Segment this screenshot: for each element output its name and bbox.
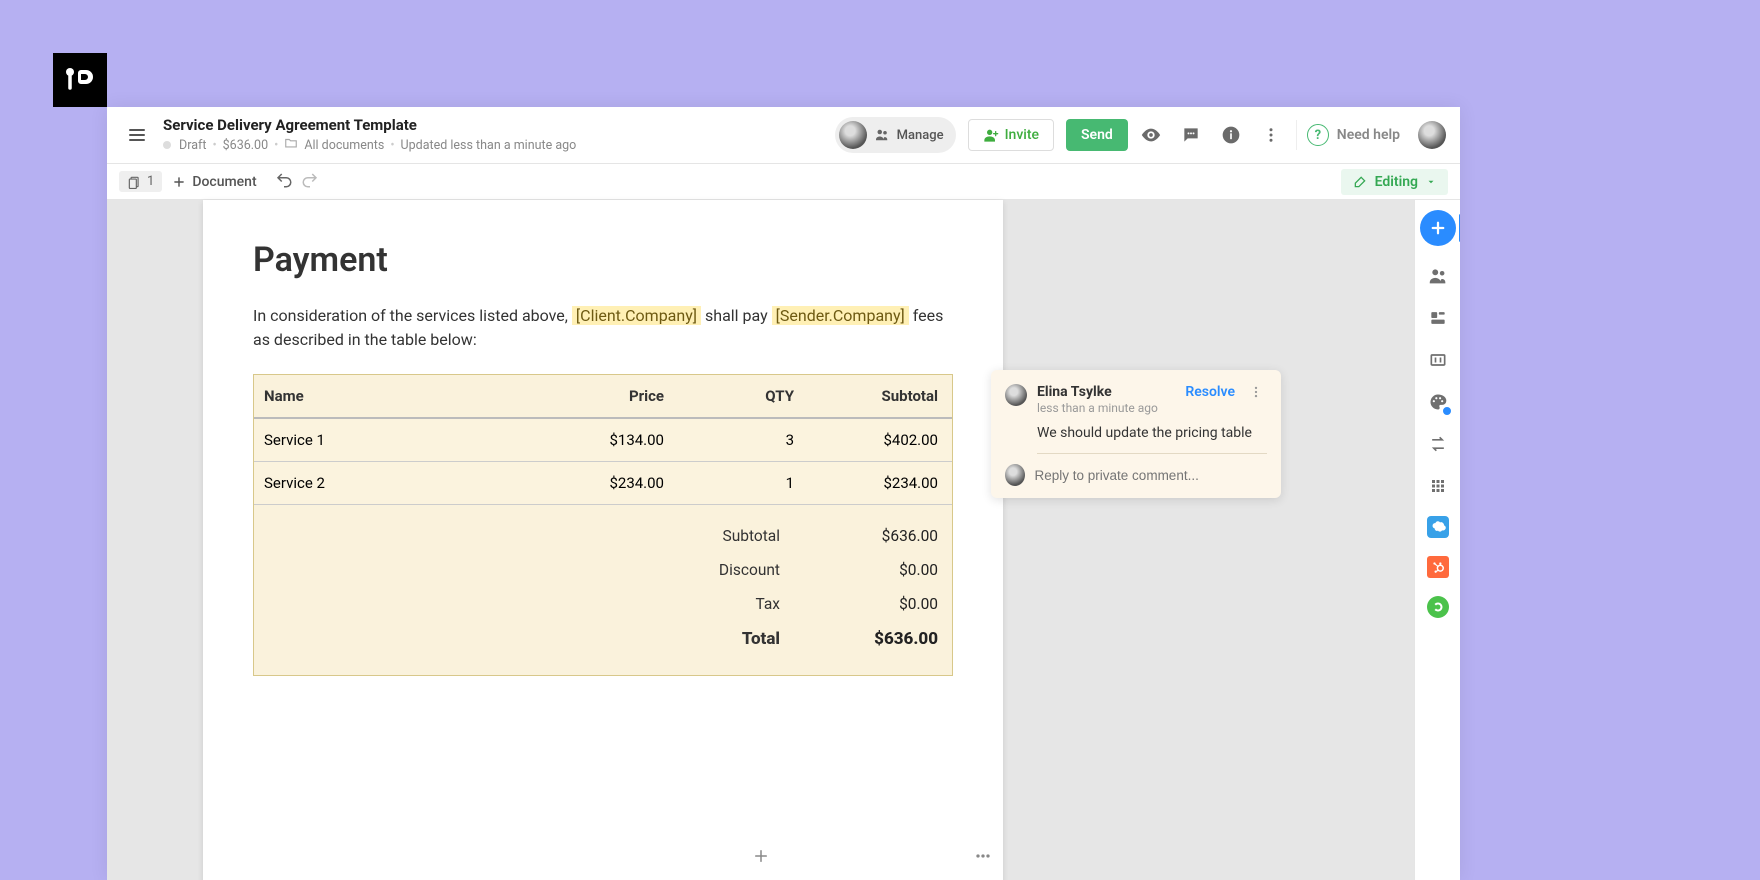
comment-timestamp: less than a minute ago: [1037, 401, 1175, 415]
add-page-button[interactable]: [747, 842, 775, 870]
pages-button[interactable]: 1: [119, 171, 162, 192]
menu-button[interactable]: [123, 121, 151, 149]
right-tool-rail: [1414, 200, 1460, 880]
redo-button: [301, 171, 319, 193]
resolve-button[interactable]: Resolve: [1185, 384, 1235, 400]
reply-input[interactable]: [1035, 468, 1267, 483]
comment-thread[interactable]: Elina Tsylke less than a minute ago Reso…: [991, 370, 1281, 498]
document-title[interactable]: Service Delivery Agreement Template: [163, 116, 576, 134]
updated-label: Updated less than a minute ago: [401, 138, 577, 153]
preview-icon[interactable]: [1134, 118, 1168, 152]
design-icon[interactable]: [1426, 390, 1450, 414]
help-icon: ?: [1307, 124, 1329, 146]
integration-green-icon[interactable]: [1427, 596, 1449, 618]
summary-subtotal: $636.00: [828, 527, 938, 545]
undo-button[interactable]: [275, 171, 293, 193]
status-dot-icon: [163, 141, 171, 149]
document-amount: $636.00: [223, 138, 268, 153]
comment-body: We should update the pricing table: [1037, 425, 1267, 441]
info-icon[interactable]: [1214, 118, 1248, 152]
manage-label: Manage: [897, 128, 944, 143]
app-window: Service Delivery Agreement Template Draf…: [107, 107, 1460, 880]
workflow-icon[interactable]: [1426, 432, 1450, 456]
add-block-button[interactable]: [1420, 210, 1456, 246]
reply-avatar: [1005, 464, 1025, 486]
send-button[interactable]: Send: [1066, 119, 1128, 151]
editor-canvas: Payment In consideration of the services…: [107, 200, 1460, 880]
comment-more-icon[interactable]: [1249, 384, 1267, 403]
salesforce-icon[interactable]: [1427, 516, 1449, 538]
folder-label[interactable]: All documents: [304, 138, 384, 153]
add-document-button[interactable]: Document: [172, 174, 256, 190]
recipient-avatar: [839, 121, 867, 149]
need-help-button[interactable]: ? Need help: [1307, 124, 1400, 146]
summary-tax: $0.00: [828, 595, 938, 613]
th-price: Price: [544, 375, 674, 417]
document-page[interactable]: Payment In consideration of the services…: [203, 200, 1003, 880]
user-avatar[interactable]: [1418, 121, 1446, 149]
chevron-down-icon: [1426, 177, 1436, 187]
more-icon[interactable]: [1254, 118, 1288, 152]
document-subline: Draft • $636.00 • All documents • Update…: [163, 136, 576, 154]
chat-icon[interactable]: [1174, 118, 1208, 152]
summary-total: $636.00: [828, 629, 938, 649]
apps-icon[interactable]: [1426, 474, 1450, 498]
variables-icon[interactable]: [1426, 348, 1450, 372]
contacts-icon[interactable]: [1426, 264, 1450, 288]
table-summary: Subtotal $636.00 Discount $0.00 Tax $0.0…: [254, 505, 952, 675]
page-more-button[interactable]: [969, 842, 997, 870]
document-toolbar: 1 Document Editing: [107, 164, 1460, 200]
th-subtotal: Subtotal: [804, 375, 952, 417]
th-name: Name: [254, 375, 544, 417]
comment-author-avatar: [1005, 384, 1027, 406]
table-header-row: Name Price QTY Subtotal: [254, 375, 952, 419]
section-body[interactable]: In consideration of the services listed …: [253, 304, 953, 352]
header-bar: Service Delivery Agreement Template Draf…: [107, 107, 1460, 164]
brand-logo: ®: [53, 53, 107, 107]
table-row[interactable]: Service 1 $134.00 3 $402.00: [254, 419, 952, 462]
pricing-table[interactable]: Name Price QTY Subtotal Service 1 $134.0…: [253, 374, 953, 676]
comment-author: Elina Tsylke: [1037, 384, 1175, 400]
table-row[interactable]: Service 2 $234.00 1 $234.00: [254, 462, 952, 505]
sender-company-token[interactable]: [Sender.Company]: [772, 306, 909, 325]
invite-button[interactable]: Invite: [968, 119, 1054, 151]
client-company-token[interactable]: [Client.Company]: [572, 306, 701, 325]
status-label: Draft: [179, 138, 206, 153]
section-heading[interactable]: Payment: [253, 240, 953, 280]
manage-recipients-button[interactable]: Manage: [835, 117, 956, 153]
hubspot-icon[interactable]: [1427, 556, 1449, 578]
th-qty: QTY: [674, 375, 804, 417]
content-icon[interactable]: [1426, 306, 1450, 330]
summary-discount: $0.00: [828, 561, 938, 579]
folder-icon: [284, 136, 298, 154]
mode-dropdown[interactable]: Editing: [1341, 169, 1448, 195]
